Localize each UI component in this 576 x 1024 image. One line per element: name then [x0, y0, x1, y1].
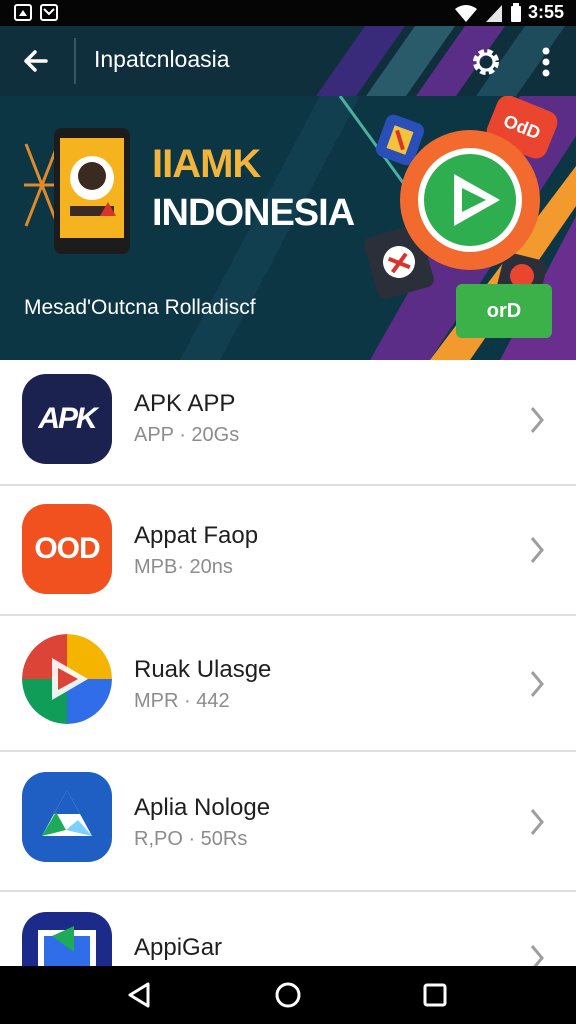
drive-app-icon — [22, 772, 112, 862]
nav-back-button[interactable] — [122, 978, 156, 1012]
more-vert-icon — [542, 47, 550, 77]
app-name: AppiGar — [134, 934, 223, 961]
app-meta: MPB· 20ns — [134, 556, 233, 578]
arrow-left-icon — [24, 50, 48, 72]
settings-button[interactable] — [466, 42, 506, 82]
app-meta: APP · 20Gs — [134, 424, 240, 446]
status-bar: 3:55 — [0, 0, 576, 26]
triangle-back-icon — [128, 982, 150, 1008]
list-item[interactable]: Aplia Nologe R,PO · 50Rs — [0, 752, 576, 892]
banner-action-button[interactable]: orD — [456, 284, 552, 338]
nav-home-button[interactable] — [271, 978, 305, 1012]
ood-app-icon: OOD — [22, 504, 112, 594]
phone-illustration — [54, 128, 130, 254]
notification-icon — [14, 4, 32, 21]
nav-recents-button[interactable] — [418, 978, 452, 1012]
ood-icon-label: OOD — [34, 532, 100, 565]
square-recents-icon — [423, 983, 447, 1007]
banner-title-line2: INDONESIA — [152, 192, 355, 234]
chevron-right-icon — [530, 407, 544, 433]
list-item[interactable]: APK APK APP APP · 20Gs — [0, 360, 576, 486]
drive-icon — [42, 790, 92, 836]
signal-icon — [485, 4, 502, 22]
app-meta: R,PO · 50Rs — [134, 828, 248, 850]
mascot-icon — [70, 156, 116, 216]
apk-app-icon: APK — [22, 374, 112, 464]
circle-home-icon — [275, 982, 301, 1008]
list-item[interactable]: OOD Appat Faop MPB· 20ns — [0, 486, 576, 616]
promo-banner[interactable]: IIAMK INDONESIA Mesad'Outcna Rolladiscf … — [0, 96, 576, 360]
banner-title-line1: IIAMK — [152, 142, 261, 186]
google-play-app-icon — [22, 634, 112, 724]
gmail-icon — [40, 4, 58, 21]
app-name: Aplia Nologe — [134, 794, 271, 821]
chevron-right-icon — [530, 537, 544, 563]
play-store-icon — [400, 130, 540, 270]
page-title: Inpatcnloasia — [94, 46, 230, 72]
chevron-right-icon — [530, 809, 544, 835]
app-name: Ruak Ulasge — [134, 656, 272, 683]
system-nav-bar — [0, 966, 576, 1024]
list-item[interactable]: Ruak Ulasge MPR · 442 — [0, 616, 576, 752]
battery-icon — [510, 2, 521, 22]
toolbar: Inpatcnloasia — [0, 26, 576, 96]
toolbar-divider — [74, 38, 76, 84]
wifi-icon — [454, 4, 477, 22]
apk-icon-label: APK — [38, 402, 97, 435]
gear-icon — [473, 49, 499, 75]
back-button[interactable] — [16, 41, 56, 81]
status-time: 3:55 — [527, 2, 564, 22]
app-meta: MPR · 442 — [134, 690, 230, 712]
banner-subtitle: Mesad'Outcna Rolladiscf — [24, 296, 256, 319]
app-name: APK APP — [134, 390, 236, 417]
play-icon — [424, 154, 516, 246]
chevron-right-icon — [530, 671, 544, 697]
app-name: Appat Faop — [134, 522, 259, 549]
list-item[interactable]: AppiGar — [0, 892, 576, 1002]
play-triangle-icon — [22, 634, 112, 724]
more-options-button[interactable] — [530, 42, 562, 82]
